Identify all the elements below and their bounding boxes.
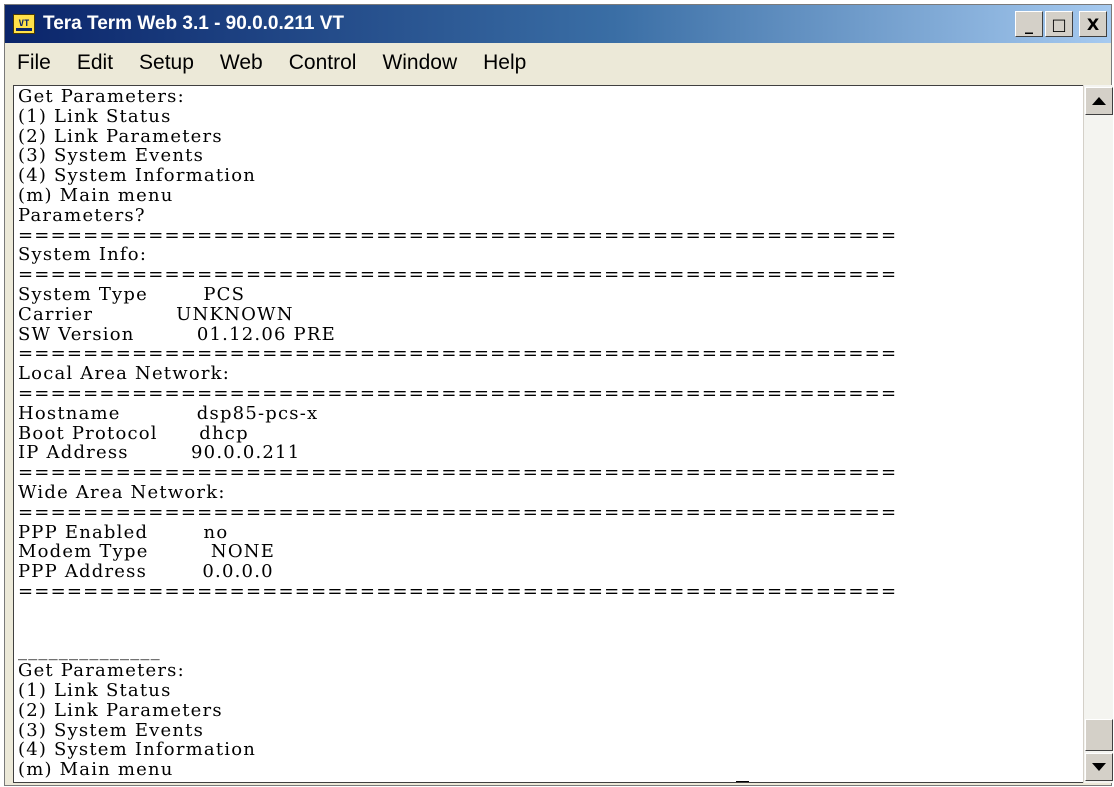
minimize-button[interactable]: _ bbox=[1015, 11, 1043, 37]
terminal-line: Parameters? bbox=[18, 780, 146, 783]
terminal-line: ========================================… bbox=[18, 224, 898, 246]
title-bar[interactable]: VT Tera Term Web 3.1 - 90.0.0.211 VT _ □… bbox=[5, 5, 1111, 43]
terminal-line: (3) System Events bbox=[18, 145, 205, 167]
terminal-window: VT Tera Term Web 3.1 - 90.0.0.211 VT _ □… bbox=[4, 4, 1113, 786]
terminal-line: ========================================… bbox=[18, 264, 898, 286]
terminal-line: Parameters? bbox=[18, 204, 146, 226]
terminal-line: Hostname dsp85-pcs-x bbox=[18, 402, 319, 424]
terminal-line: (4) System Information bbox=[18, 739, 257, 761]
terminal-line: IP Address 90.0.0.211 bbox=[18, 442, 301, 464]
close-button[interactable]: X bbox=[1079, 11, 1107, 37]
terminal-line: (3) System Events bbox=[18, 719, 205, 741]
terminal-line: ========================================… bbox=[18, 383, 898, 404]
menu-edit[interactable]: Edit bbox=[77, 51, 113, 75]
menu-setup[interactable]: Setup bbox=[139, 51, 194, 75]
terminal-line: (4) System Information bbox=[18, 165, 257, 187]
terminal-line: Get Parameters: bbox=[18, 86, 185, 107]
terminal-line: System Type PCS bbox=[18, 284, 246, 305]
terminal-line: Get Parameters: bbox=[18, 660, 185, 682]
menu-window[interactable]: Window bbox=[382, 51, 457, 75]
terminal-line: (2) Link Parameters bbox=[18, 125, 223, 147]
vertical-scrollbar[interactable] bbox=[1083, 85, 1113, 783]
arrow-down-icon bbox=[1092, 763, 1106, 771]
terminal-line: (m) Main menu bbox=[18, 759, 174, 781]
menu-help[interactable]: Help bbox=[483, 51, 526, 75]
terminal-line: Wide Area Network: bbox=[18, 482, 226, 503]
scroll-down-button[interactable] bbox=[1085, 753, 1113, 781]
terminal-line: ______________ bbox=[18, 640, 161, 662]
terminal-line: Modem Type NONE bbox=[18, 541, 276, 563]
menu-file[interactable]: File bbox=[17, 51, 51, 75]
terminal-line: (1) Link Status bbox=[18, 680, 172, 701]
terminal-line: ========================================… bbox=[18, 501, 898, 523]
terminal-line: (2) Link Parameters bbox=[18, 699, 223, 721]
menu-web[interactable]: Web bbox=[220, 51, 263, 75]
terminal-line: ========================================… bbox=[18, 462, 898, 484]
maximize-button[interactable]: □ bbox=[1045, 11, 1073, 37]
scroll-up-button[interactable] bbox=[1085, 87, 1113, 115]
terminal-line: System Info: bbox=[18, 244, 148, 266]
terminal-line: ========================================… bbox=[18, 581, 898, 602]
terminal-line: Carrier UNKNOWN bbox=[18, 303, 294, 325]
terminal-line: SW Version 01.12.06 PRE bbox=[18, 323, 336, 345]
scroll-thumb[interactable] bbox=[1085, 719, 1113, 751]
arrow-up-icon bbox=[1092, 97, 1106, 105]
terminal-screen[interactable]: Get Parameters: (1) Link Status (2) Link P… bbox=[13, 85, 1083, 783]
terminal-line: PPP Address 0.0.0.0 bbox=[18, 561, 274, 583]
terminal-line: Local Area Network: bbox=[18, 363, 231, 385]
terminal-line: PPP Enabled no bbox=[18, 521, 229, 543]
terminal-line: Boot Protocol dhcp bbox=[18, 422, 249, 444]
menu-bar: File Edit Setup Web Control Window Help bbox=[5, 43, 1111, 83]
window-title: Tera Term Web 3.1 - 90.0.0.211 VT bbox=[43, 13, 344, 34]
terminal-line: ========================================… bbox=[18, 343, 898, 365]
terminal-line: (1) Link Status bbox=[18, 105, 172, 127]
text-cursor bbox=[736, 781, 749, 782]
menu-control[interactable]: Control bbox=[289, 51, 357, 75]
terminal-line: (m) Main menu bbox=[18, 185, 174, 206]
teraterm-app-icon[interactable]: VT bbox=[13, 14, 35, 34]
